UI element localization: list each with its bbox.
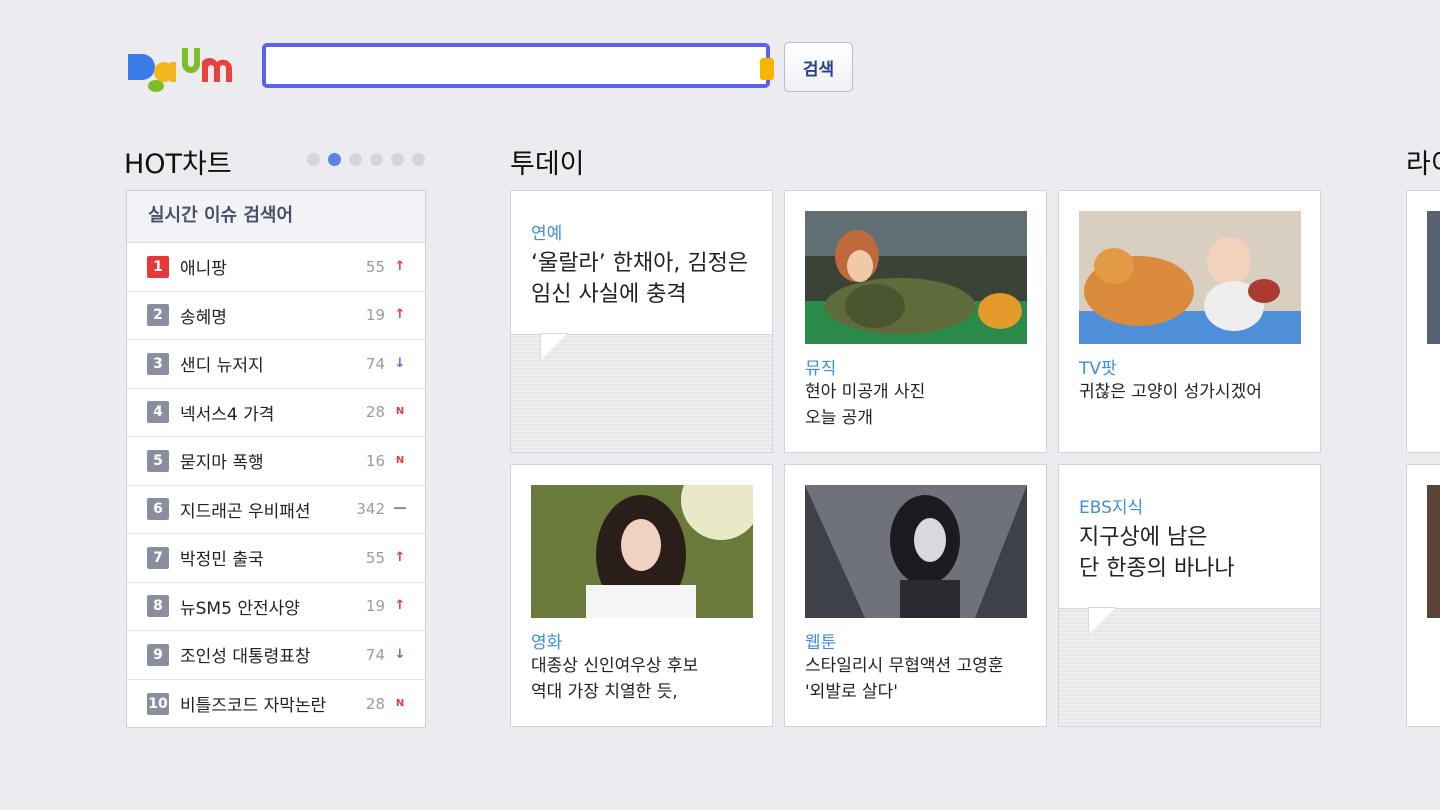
pager-dot[interactable] [412,153,425,166]
trend-up-icon: ↑ [394,598,406,614]
card-category: 웹툰 [805,633,837,653]
issue-row[interactable]: 8 뉴SM5 안전사양 19 ↑ [127,583,425,631]
search-input[interactable] [274,47,758,85]
card-headline: ‘울랄라’ 한채아, 김정은 임신 사실에 충격 [531,251,749,307]
trend-up-icon: ↑ [394,307,406,323]
daum-logo-mark [128,48,232,92]
issue-keyword: 애니팡 [180,259,227,280]
issue-row[interactable]: 9 조인성 대통령표창 74 ↓ [127,631,425,680]
card-line-1: 현아 미공개 사진 [805,382,926,402]
card-line-1: 스타일리시 무협액션 고영훈 [805,656,1004,676]
trend-down-icon: ↓ [394,355,406,371]
search-box [262,43,774,88]
issue-keyword: 샌디 뉴저지 [180,356,264,377]
today-card-webtoon[interactable]: 웹툰 스타일리시 무협액션 고영훈 '외발로 살다' [784,464,1047,727]
rank-badge: 8 [147,595,169,618]
issue-row[interactable]: 4 넥서스4 가격 28 N [127,389,425,437]
rank-badge: 1 [147,255,169,278]
issue-keyword: 조인성 대통령표창 [180,647,311,668]
trend-up-icon: ↑ [394,258,406,274]
pager-dot-active[interactable] [328,153,341,166]
next-section-title: 라이 [1406,149,1440,180]
issue-keyword: 뉴SM5 안전사양 [180,598,300,619]
rank-badge: 9 [147,643,169,666]
rank-badge: 5 [147,449,169,472]
issue-count: 74 [365,645,385,664]
daum-logo[interactable] [126,44,242,96]
issue-count: 28 [365,403,385,422]
today-card-ebs[interactable]: EBS지식 지구상에 남은 단 한종의 바나나 [1058,464,1321,727]
issue-row[interactable]: 6 지드래곤 우비패션 342 — [127,486,425,534]
card-line-2: 오늘 공개 [805,408,873,428]
issue-row[interactable]: 2 송혜명 19 ↑ [127,292,425,340]
today-title: 투데이 [510,149,585,180]
rank-badge: 6 [147,498,169,521]
rank-badge: 3 [147,352,169,375]
realtime-issue-list: 1 애니팡 55 ↑ 2 송혜명 19 ↑ 3 샌디 뉴저지 74 ↓ 4 넥서스4 가격 28 N 5 묻지마 … [127,243,425,728]
issue-keyword: 묻지마 폭행 [180,453,264,474]
today-card-entertainment[interactable]: 연예 ‘울랄라’ 한채아, 김정은 임신 사실에 충격 [510,190,773,453]
rank-badge: 7 [147,546,169,569]
issue-keyword: 지드래곤 우비패션 [180,501,311,522]
card-line-1: 귀찮은 고양이 성가시겠어 [1079,382,1262,402]
card-line-1: 대종상 신인여우상 후보 [531,656,699,676]
today-card-movie[interactable]: 영화 대종상 신인여우상 후보 역대 가장 치열한 듯, [510,464,773,727]
trend-new-icon: N [395,454,405,466]
card-category: EBS지식 [1079,498,1144,518]
rank-badge: 4 [147,401,169,424]
hot-chart-pager [307,153,425,166]
issue-keyword: 박정민 출국 [180,550,264,571]
issue-count: 19 [365,597,385,616]
trend-up-icon: ↑ [394,549,406,565]
card-thumbnail [805,485,1027,618]
card-line-2: 역대 가장 치열한 듯, [531,682,678,702]
trend-new-icon: N [395,697,405,709]
issue-row[interactable]: 1 애니팡 55 ↑ [127,243,425,292]
issue-count: 342 [356,500,385,519]
issue-count: 28 [365,694,385,713]
next-section-card[interactable] [1406,190,1440,453]
issue-count: 19 [365,306,385,325]
next-section-card[interactable] [1406,464,1440,727]
realtime-issue-panel: 실시간 이슈 검색어 1 애니팡 55 ↑ 2 송혜명 19 ↑ 3 샌디 뉴저지 74 ↓ 4 넥서스4… [126,190,426,728]
card-line-2: 단 한종의 바나나 [1079,556,1235,581]
rank-badge: 10 [147,692,169,715]
card-category: 연예 [531,224,563,244]
card-category: 영화 [531,633,563,653]
issue-keyword: 송혜명 [180,307,227,328]
trend-same-icon: — [393,501,407,517]
pager-dot[interactable] [307,153,320,166]
pager-dot[interactable] [391,153,404,166]
pager-dot[interactable] [370,153,383,166]
trend-down-icon: ↓ [394,646,406,662]
issue-row[interactable]: 10 비틀즈코드 자막논란 28 N [127,680,425,729]
rank-badge: 2 [147,304,169,327]
today-card-tvpot[interactable]: TV팟 귀찮은 고양이 성가시겠어 [1058,190,1321,453]
issue-row[interactable]: 7 박정민 출국 55 ↑ [127,534,425,583]
issue-count: 55 [365,257,385,276]
card-texture [1059,607,1320,726]
issue-row[interactable]: 5 묻지마 폭행 16 N [127,437,425,486]
card-thumbnail [1079,211,1301,344]
issue-keyword: 비틀즈코드 자막논란 [180,696,327,717]
issue-count: 55 [365,548,385,567]
search-button[interactable]: 검색 [784,42,853,92]
card-line-1: 지구상에 남은 [1079,525,1208,550]
card-category: TV팟 [1079,359,1117,379]
issue-row[interactable]: 3 샌디 뉴저지 74 ↓ [127,340,425,389]
today-card-music[interactable]: 뮤직 현아 미공개 사진 오늘 공개 [784,190,1047,453]
hot-chart-title: HOT차트 [124,149,232,180]
issue-count: 74 [365,354,385,373]
card-thumbnail [805,211,1027,344]
card-category: 뮤직 [805,359,837,379]
issue-count: 16 [365,451,385,470]
card-line-2: '외발로 살다' [805,682,898,702]
issue-keyword: 넥서스4 가격 [180,404,275,425]
realtime-issue-title: 실시간 이슈 검색어 [127,191,425,243]
card-texture [511,333,772,452]
pager-dot[interactable] [349,153,362,166]
card-thumbnail [531,465,761,618]
trend-new-icon: N [395,406,405,418]
search-handle-icon[interactable] [760,58,774,80]
